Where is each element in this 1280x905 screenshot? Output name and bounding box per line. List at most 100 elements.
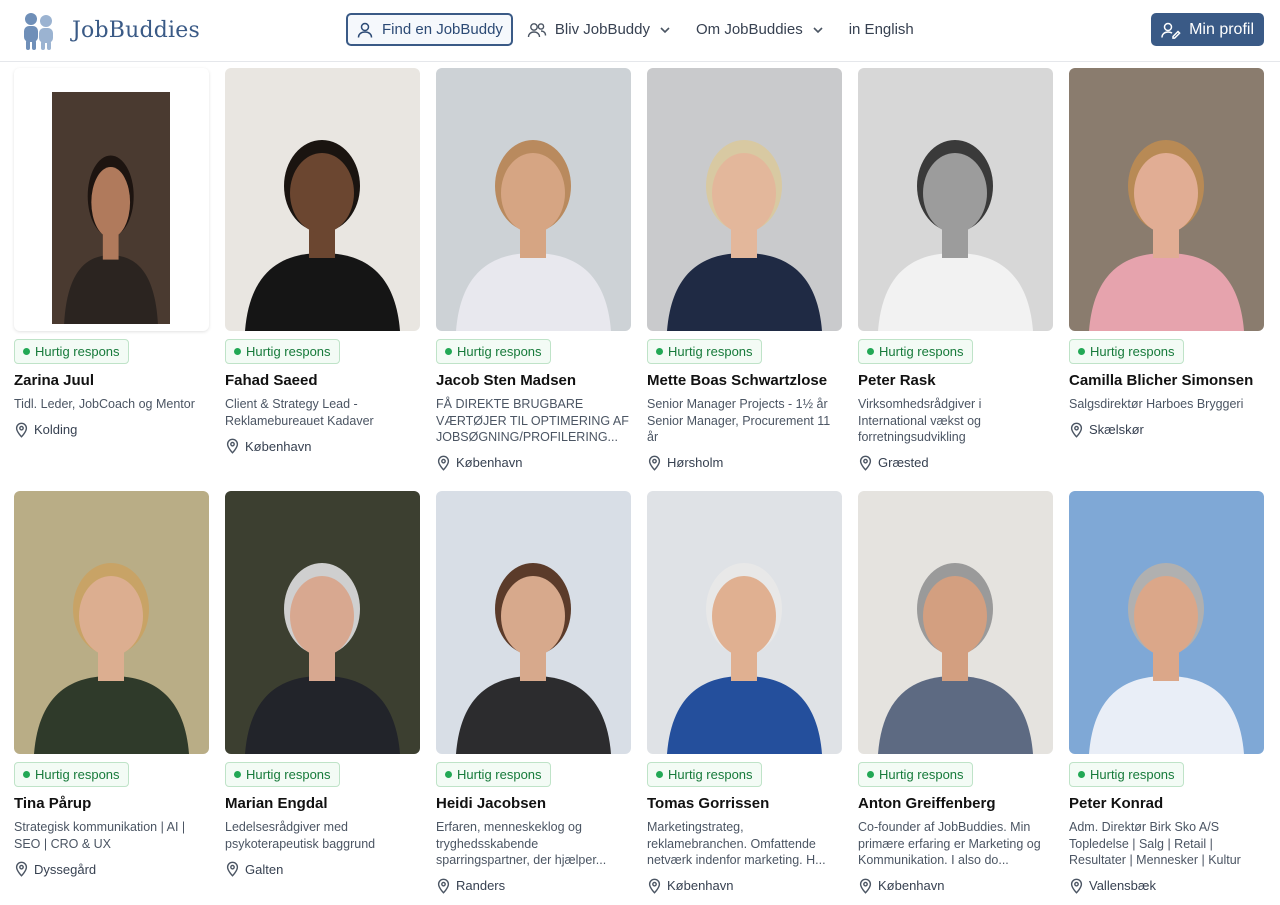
buddy-location: Hørsholm bbox=[647, 455, 723, 471]
badge-label: Hurtig respons bbox=[246, 767, 331, 782]
quick-response-badge: Hurtig respons bbox=[647, 762, 762, 787]
users-icon bbox=[527, 22, 547, 37]
buddy-name[interactable]: Peter Rask bbox=[858, 372, 936, 389]
status-dot-icon bbox=[656, 348, 663, 355]
jobbuddy-grid: Hurtig respons Zarina Juul Tidl. Leder, Jo… bbox=[14, 68, 1264, 905]
buddy-name[interactable]: Mette Boas Schwartzlose bbox=[647, 372, 827, 389]
jobbuddy-card[interactable]: Hurtig respons Tomas Gorrissen Marketingst… bbox=[647, 491, 842, 905]
buddy-name[interactable]: Fahad Saeed bbox=[225, 372, 318, 389]
buddy-location: Kolding bbox=[14, 422, 77, 438]
location-label: København bbox=[456, 455, 523, 470]
buddy-name[interactable]: Anton Greiffenberg bbox=[858, 795, 996, 812]
buddy-location: Dyssegård bbox=[14, 861, 96, 877]
profile-photo[interactable] bbox=[647, 491, 842, 754]
user-edit-icon bbox=[1161, 22, 1181, 39]
profile-photo[interactable] bbox=[225, 491, 420, 754]
profile-photo[interactable] bbox=[1069, 491, 1264, 754]
location-label: Skælskør bbox=[1089, 422, 1144, 437]
profile-photo[interactable] bbox=[436, 68, 631, 331]
profile-photo[interactable] bbox=[1069, 68, 1264, 331]
buddy-location: Vallensbæk bbox=[1069, 878, 1156, 894]
find-jobbuddy-label: Find en JobBuddy bbox=[382, 21, 503, 38]
jobbuddy-card[interactable]: Hurtig respons Fahad Saeed Client & Strate… bbox=[225, 68, 420, 491]
buddy-title: Ledelsesrådgiver med psykoterapeutisk ba… bbox=[225, 820, 376, 851]
jobbuddy-card[interactable]: Hurtig respons Anton Greiffenberg Co-found… bbox=[858, 491, 1053, 905]
status-dot-icon bbox=[656, 771, 663, 778]
jobbuddy-card[interactable]: Hurtig respons Heidi Jacobsen Erfaren, men… bbox=[436, 491, 631, 905]
buddy-name[interactable]: Tomas Gorrissen bbox=[647, 795, 769, 812]
profile-photo[interactable] bbox=[225, 68, 420, 331]
buddy-name[interactable]: Heidi Jacobsen bbox=[436, 795, 546, 812]
badge-label: Hurtig respons bbox=[457, 767, 542, 782]
find-jobbuddy-button[interactable]: Find en JobBuddy bbox=[346, 13, 513, 46]
badge-label: Hurtig respons bbox=[879, 344, 964, 359]
quick-response-badge: Hurtig respons bbox=[14, 762, 129, 787]
profile-photo[interactable] bbox=[14, 491, 209, 754]
buddy-location: København bbox=[858, 878, 945, 894]
location-pin-icon bbox=[226, 438, 239, 454]
badge-label: Hurtig respons bbox=[879, 767, 964, 782]
location-label: Dyssegård bbox=[34, 861, 97, 877]
status-dot-icon bbox=[23, 771, 30, 778]
status-dot-icon bbox=[867, 348, 874, 355]
badge-label: Hurtig respons bbox=[246, 344, 331, 359]
user-icon bbox=[357, 22, 373, 38]
my-profile-label: Min profil bbox=[1189, 20, 1254, 38]
buddy-name[interactable]: Jacob Sten Madsen bbox=[436, 372, 576, 389]
chevron-down-icon bbox=[660, 26, 670, 33]
my-profile-button[interactable]: Min profil bbox=[1151, 13, 1264, 46]
main-nav: Find en JobBuddy Bliv JobBuddy Om JobBud… bbox=[346, 13, 924, 46]
status-dot-icon bbox=[23, 348, 30, 355]
buddy-name[interactable]: Camilla Blicher Simonsen bbox=[1069, 372, 1253, 389]
status-dot-icon bbox=[867, 771, 874, 778]
brand-logo[interactable]: JobBuddies bbox=[18, 8, 200, 52]
jobbuddy-card[interactable]: Hurtig respons Camilla Blicher Simonsen Sa… bbox=[1069, 68, 1264, 491]
buddy-location: København bbox=[436, 455, 523, 471]
location-label: Vallensbæk bbox=[1089, 878, 1156, 893]
location-label: Galten bbox=[245, 861, 284, 877]
buddy-location: Randers bbox=[436, 878, 505, 894]
jobbuddy-card[interactable]: Hurtig respons Marian Engdal Ledelsesrådgi… bbox=[225, 491, 420, 905]
profile-photo[interactable] bbox=[858, 491, 1053, 754]
buddy-name[interactable]: Marian Engdal bbox=[225, 795, 328, 812]
quick-response-badge: Hurtig respons bbox=[647, 339, 762, 364]
jobbuddy-card[interactable]: Hurtig respons Peter Konrad Adm. Direktør … bbox=[1069, 491, 1264, 905]
location-pin-icon bbox=[648, 878, 661, 893]
status-dot-icon bbox=[234, 348, 241, 355]
english-link[interactable]: in English bbox=[839, 13, 924, 46]
chevron-down-icon bbox=[813, 26, 823, 33]
jobbuddy-card[interactable]: Hurtig respons Tina Pårup Strategisk kommu… bbox=[14, 491, 209, 905]
buddy-name[interactable]: Zarina Juul bbox=[14, 372, 94, 389]
buddy-title: Tidl. Leder, JobCoach og Mentor bbox=[14, 397, 195, 411]
profile-photo[interactable] bbox=[858, 68, 1053, 331]
badge-label: Hurtig respons bbox=[457, 344, 542, 359]
jobbuddy-card[interactable]: Hurtig respons Peter Rask Virksomhedsrådgi… bbox=[858, 68, 1053, 491]
jobbuddy-card[interactable]: Hurtig respons Jacob Sten Madsen FÅ DIREKT… bbox=[436, 68, 631, 491]
about-menu[interactable]: Om JobBuddies bbox=[686, 13, 835, 46]
profile-photo[interactable] bbox=[14, 68, 209, 331]
buddy-name[interactable]: Tina Pårup bbox=[14, 795, 91, 812]
buddy-title: Co-founder af JobBuddies. Min primære er… bbox=[858, 820, 1041, 867]
location-pin-icon bbox=[15, 861, 28, 877]
location-pin-icon bbox=[437, 455, 450, 470]
quick-response-badge: Hurtig respons bbox=[14, 339, 129, 364]
buddy-title: Virksomhedsrådgiver i International væks… bbox=[858, 397, 982, 444]
brand-name: JobBuddies bbox=[72, 17, 200, 43]
jobbuddy-card[interactable]: Hurtig respons Zarina Juul Tidl. Leder, Jo… bbox=[14, 68, 209, 491]
location-label: Græsted bbox=[878, 455, 929, 470]
jobbuddy-card[interactable]: Hurtig respons Mette Boas Schwartzlose Sen… bbox=[647, 68, 842, 491]
buddy-name[interactable]: Peter Konrad bbox=[1069, 795, 1163, 812]
profile-photo[interactable] bbox=[436, 491, 631, 754]
profile-photo[interactable] bbox=[647, 68, 842, 331]
location-pin-icon bbox=[15, 422, 28, 437]
buddy-title: FÅ DIREKTE BRUGBARE VÆRTØJER TIL OPTIMER… bbox=[436, 397, 629, 444]
buddy-title: Strategisk kommunikation | AI | SEO | CR… bbox=[14, 820, 186, 851]
quick-response-badge: Hurtig respons bbox=[1069, 762, 1184, 787]
buddy-title: Marketingstrateg, reklamebranchen. Omfat… bbox=[647, 820, 826, 867]
buddy-title: Senior Manager Projects - 1½ år Senior M… bbox=[647, 397, 831, 444]
location-pin-icon bbox=[859, 878, 872, 893]
buddy-title: Client & Strategy Lead - Reklamebureauet… bbox=[225, 397, 374, 428]
become-jobbuddy-menu[interactable]: Bliv JobBuddy bbox=[517, 13, 682, 46]
quick-response-badge: Hurtig respons bbox=[436, 339, 551, 364]
badge-label: Hurtig respons bbox=[1090, 344, 1175, 359]
